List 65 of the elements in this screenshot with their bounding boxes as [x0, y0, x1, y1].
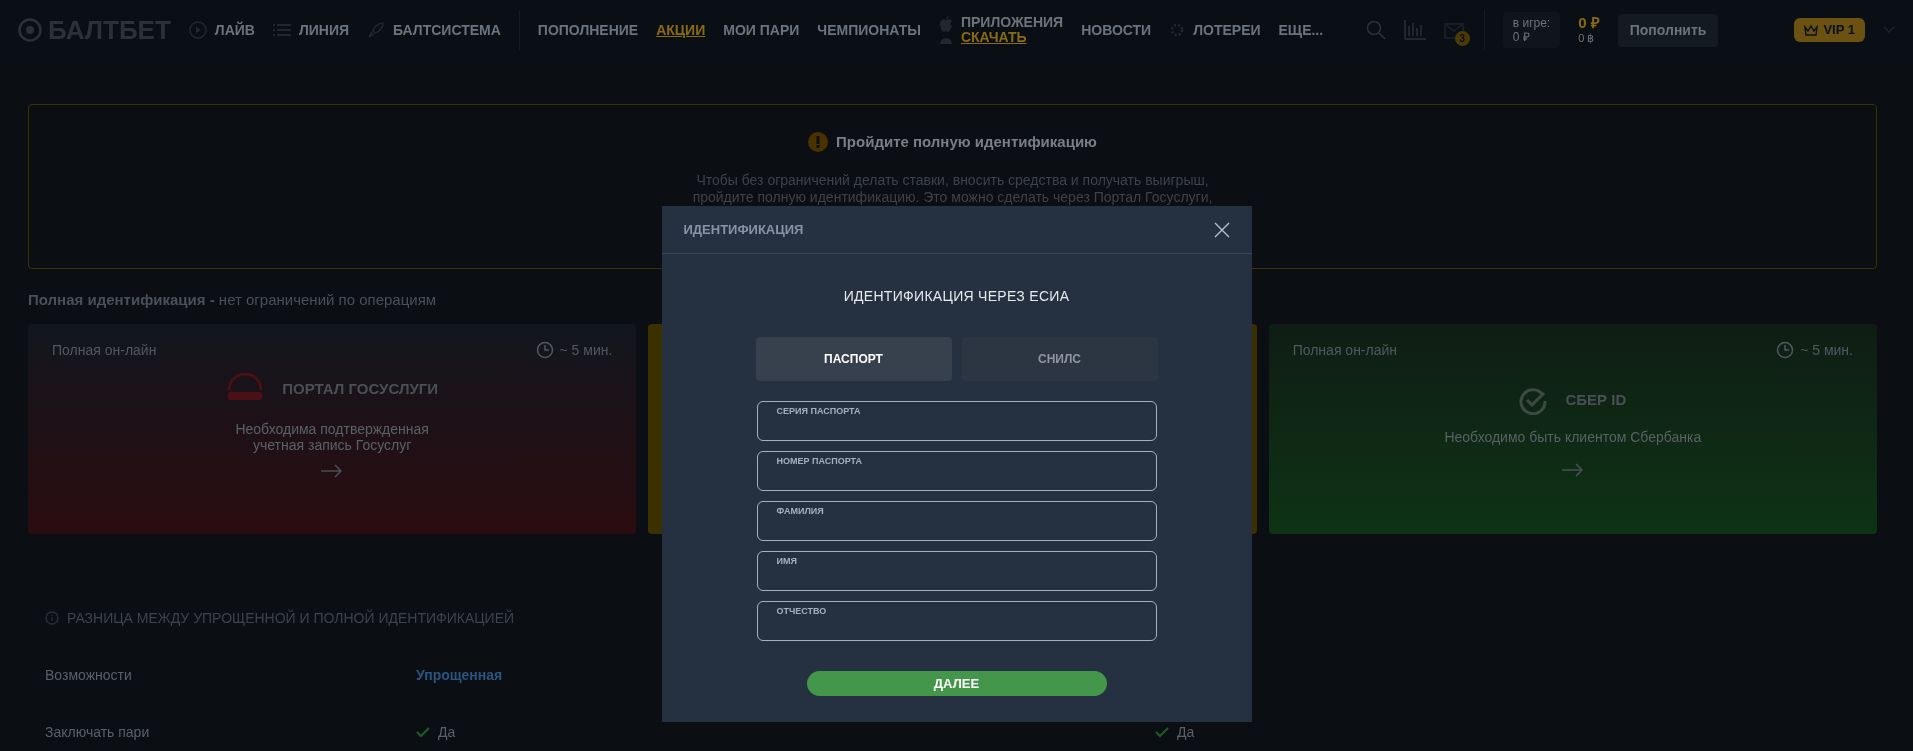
close-button[interactable] — [1213, 221, 1230, 238]
nav-link[interactable]: МОИ ПАРИ — [723, 19, 800, 41]
card-caption: Полная он-лайн — [52, 340, 157, 360]
restrictions-link[interactable]: нет ограничений по операциям — [218, 291, 437, 308]
column-header: Упрощенная — [416, 665, 503, 685]
banner-title: Пройдите полную идентификацию — [836, 132, 1097, 152]
nav-link[interactable]: НОВОСТИ — [1081, 19, 1152, 41]
warning-icon — [808, 132, 829, 153]
table-cell-text: Да — [1177, 722, 1195, 742]
table-cell-text: Да — [438, 722, 456, 742]
duration-text: ~ 5 мин. — [559, 340, 613, 360]
nav-link[interactable]: ЛИНИЯ — [298, 19, 350, 41]
vip-badge[interactable]: VIP 1 — [1794, 18, 1865, 42]
logo-icon — [18, 18, 42, 42]
arrow-right-icon[interactable] — [1561, 463, 1584, 478]
document-tab[interactable]: СНИЛС — [961, 337, 1158, 381]
play-icon — [188, 21, 207, 39]
arrow-right-icon[interactable] — [321, 464, 344, 479]
balance-amount: 0 ₽ — [1578, 14, 1600, 33]
input-field[interactable]: ОТЧЕСТВО — [756, 601, 1157, 641]
download-link[interactable]: СКАЧАТЬ — [960, 30, 1064, 46]
input-field[interactable]: СЕРИЯ ПАСПОРТА — [756, 401, 1157, 441]
column-header: Возможности — [45, 665, 132, 685]
nav-link[interactable]: ПОПОЛНЕНИЕ — [537, 19, 639, 41]
notification-badge: 3 — [1454, 31, 1470, 46]
deposit-button[interactable]: Пополнить — [1617, 13, 1719, 47]
next-button[interactable]: ДАЛЕЕ — [806, 671, 1107, 696]
provider-name: ПОРТАЛ ГОСУСЛУГИ — [282, 379, 439, 400]
card-description: Необходимо быть клиентом Сбербанка — [1444, 428, 1702, 446]
duration-text: ~ 5 мин. — [1800, 340, 1853, 360]
identification-card[interactable]: Полная он-лайн ~ 5 мин. СБЕР ID Необходимо быть клиентом Сбербанка — [1268, 323, 1877, 534]
info-icon — [45, 611, 59, 625]
in-game-label: в игре: — [1512, 15, 1551, 30]
nav-link[interactable]: АКЦИИ — [656, 19, 706, 41]
bonus-amount: 0 ฿ — [1578, 32, 1596, 46]
search-icon[interactable] — [1365, 20, 1386, 40]
in-game-amount: 0 ₽ — [1512, 30, 1531, 45]
apple-icon — [938, 16, 953, 32]
clock-icon — [535, 341, 554, 359]
banner-text: Чтобы без ограничений делать ставки, вносить средства и получать выигрыш, — [695, 171, 1210, 189]
full-identification-label: Полная идентификация - — [28, 291, 216, 308]
dialog-subtitle: ИДЕНТИФИКАЦИЯ ЧЕРЕЗ ЕСИА — [842, 287, 1071, 306]
identification-card[interactable]: Полная он-лайн ~ 5 мин. ПОРТАЛ ГОСУСЛУГИ Необходима подтвержденная учетная запись Госуслуг — [28, 323, 637, 534]
comparison-title: РАЗНИЦА МЕЖДУ УПРОЩЕННОЙ И ПОЛНОЙ ИДЕНТИФИКАЦИЕЙ — [67, 608, 515, 628]
banner-text: пройдите полную идентификацию. Это можно сделать через Портал Госуслуги, — [692, 189, 1213, 207]
statistics-icon[interactable] — [1403, 20, 1426, 40]
table-cell-text: Заключать пари — [45, 722, 150, 742]
nav-link[interactable]: ЕЩЕ... — [1278, 19, 1324, 41]
list-icon — [272, 23, 291, 37]
input-field[interactable]: НОМЕР ПАСПОРТА — [756, 451, 1157, 491]
nav-link[interactable]: ЛОТЕРЕИ — [1193, 19, 1261, 41]
mail-icon[interactable] — [1443, 23, 1464, 40]
nav-link[interactable]: БАЛТСИСТЕМА — [393, 19, 501, 41]
nav-link[interactable]: ЧЕМПИОНАТЫ — [817, 19, 921, 41]
document-tab[interactable]: ПАСПОРТ — [755, 337, 952, 381]
card-caption: Полная он-лайн — [1292, 340, 1398, 360]
input-field[interactable]: ФАМИЛИЯ — [756, 501, 1157, 541]
provider-name: СБЕР ID — [1565, 390, 1627, 411]
nav-link[interactable]: ЛАЙВ — [214, 19, 255, 41]
nav-link[interactable]: ПРИЛОЖЕНИЯ — [960, 14, 1064, 30]
check-circle-icon — [1519, 386, 1548, 415]
clock-icon — [1776, 341, 1795, 359]
input-field[interactable]: ИМЯ — [756, 551, 1157, 591]
dialog-title: ИДЕНТИФИКАЦИЯ — [683, 220, 804, 239]
card-description: Необходима подтвержденная учетная запись Госуслуг — [234, 420, 430, 455]
